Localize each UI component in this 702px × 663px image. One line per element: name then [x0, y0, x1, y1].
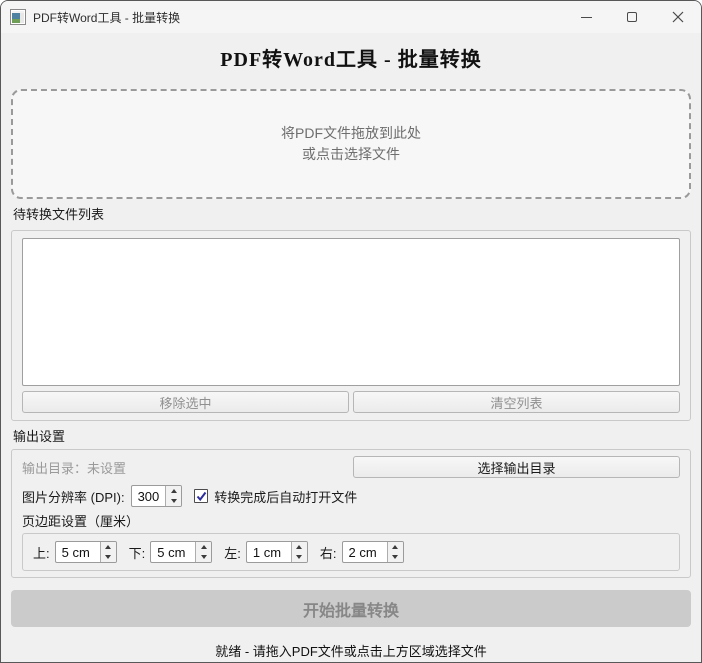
margin-top-value: 5 cm — [56, 542, 100, 562]
spin-up-button[interactable] — [101, 542, 116, 552]
margin-top-arrows — [100, 542, 116, 562]
margin-field-right: 右: 2 cm — [320, 541, 404, 563]
checkbox-check-icon — [196, 491, 207, 502]
margin-field-left: 左: 1 cm — [224, 541, 308, 563]
page-title: PDF转Word工具 - 批量转换 — [11, 47, 691, 73]
margin-left-label: 左: — [224, 543, 241, 562]
minimize-button[interactable] — [563, 1, 609, 33]
pending-file-list[interactable] — [22, 238, 680, 386]
spin-up-button[interactable] — [292, 542, 307, 552]
margin-field-top: 上: 5 cm — [33, 541, 117, 563]
margin-field-bottom: 下: 5 cm — [129, 541, 213, 563]
margin-bottom-spinner[interactable]: 5 cm — [150, 541, 212, 563]
margin-top-label: 上: — [33, 543, 50, 562]
spin-up-icon — [296, 545, 302, 549]
dpi-row: 图片分辨率 (DPI): 300 转换完成后自动打开文件 — [22, 485, 680, 507]
spin-down-icon — [296, 555, 302, 559]
spin-up-icon — [171, 489, 177, 493]
choose-output-dir-button[interactable]: 选择输出目录 — [353, 456, 680, 478]
margins-group-title: 页边距设置（厘米） — [22, 513, 680, 530]
dropzone-line1: 将PDF文件拖放到此处 — [281, 123, 421, 144]
spin-down-button[interactable] — [166, 496, 181, 506]
spin-up-button[interactable] — [196, 542, 211, 552]
spin-down-button[interactable] — [196, 552, 211, 562]
dpi-spinner[interactable]: 300 — [131, 485, 183, 507]
spin-up-button[interactable] — [388, 542, 403, 552]
start-batch-convert-button[interactable]: 开始批量转换 — [11, 590, 691, 627]
spin-down-button[interactable] — [292, 552, 307, 562]
spin-up-icon — [392, 545, 398, 549]
dpi-spinner-arrows — [165, 486, 181, 506]
spin-up-button[interactable] — [166, 486, 181, 496]
margin-bottom-label: 下: — [129, 543, 146, 562]
spin-down-icon — [201, 555, 207, 559]
spin-down-icon — [392, 555, 398, 559]
clear-list-button[interactable]: 清空列表 — [353, 391, 680, 413]
auto-open-checkbox-wrap: 转换完成后自动打开文件 — [194, 487, 357, 506]
minimize-icon — [581, 17, 592, 18]
margin-right-spinner[interactable]: 2 cm — [342, 541, 404, 563]
margin-top-spinner[interactable]: 5 cm — [55, 541, 117, 563]
output-settings-group-title: 输出设置 — [11, 428, 691, 446]
spin-up-icon — [105, 545, 111, 549]
titlebar: PDF转Word工具 - 批量转换 — [1, 1, 701, 33]
spin-down-button[interactable] — [388, 552, 403, 562]
dpi-label: 图片分辨率 (DPI): — [22, 487, 125, 506]
close-icon — [672, 11, 684, 23]
margin-left-arrows — [291, 542, 307, 562]
app-icon — [10, 9, 26, 25]
main-content: PDF转Word工具 - 批量转换 将PDF文件拖放到此处 或点击选择文件 待转… — [1, 33, 701, 662]
margin-right-arrows — [387, 542, 403, 562]
spin-down-icon — [105, 555, 111, 559]
file-list-buttons: 移除选中 清空列表 — [22, 391, 680, 413]
output-settings-groupbox: 输出目录：未设置 选择输出目录 图片分辨率 (DPI): 300 — [11, 449, 691, 578]
spin-up-icon — [201, 545, 207, 549]
maximize-button[interactable] — [609, 1, 655, 33]
auto-open-checkbox[interactable] — [194, 489, 208, 503]
output-dir-row: 输出目录：未设置 选择输出目录 — [22, 456, 680, 478]
maximize-icon — [627, 12, 637, 22]
margin-right-value: 2 cm — [343, 542, 387, 562]
file-list-group-title: 待转换文件列表 — [11, 206, 691, 224]
output-dir-label: 输出目录：未设置 — [22, 458, 126, 477]
close-button[interactable] — [655, 1, 701, 33]
status-text: 就绪 - 请拖入PDF文件或点击上方区域选择文件 — [11, 641, 691, 660]
margins-groupbox: 上: 5 cm 下: 5 cm — [22, 533, 680, 571]
file-list-groupbox: 移除选中 清空列表 — [11, 230, 691, 421]
margin-left-spinner[interactable]: 1 cm — [246, 541, 308, 563]
margin-bottom-value: 5 cm — [151, 542, 195, 562]
margin-left-value: 1 cm — [247, 542, 291, 562]
dpi-value: 300 — [132, 486, 166, 506]
auto-open-label: 转换完成后自动打开文件 — [214, 487, 357, 506]
app-window: PDF转Word工具 - 批量转换 PDF转Word工具 - 批量转换 将PDF… — [0, 0, 702, 663]
remove-selected-button[interactable]: 移除选中 — [22, 391, 349, 413]
pdf-dropzone[interactable]: 将PDF文件拖放到此处 或点击选择文件 — [11, 89, 691, 199]
spin-down-button[interactable] — [101, 552, 116, 562]
dropzone-line2: 或点击选择文件 — [302, 144, 400, 165]
spin-down-icon — [171, 499, 177, 503]
window-title: PDF转Word工具 - 批量转换 — [33, 9, 180, 26]
margin-bottom-arrows — [195, 542, 211, 562]
margin-right-label: 右: — [320, 543, 337, 562]
